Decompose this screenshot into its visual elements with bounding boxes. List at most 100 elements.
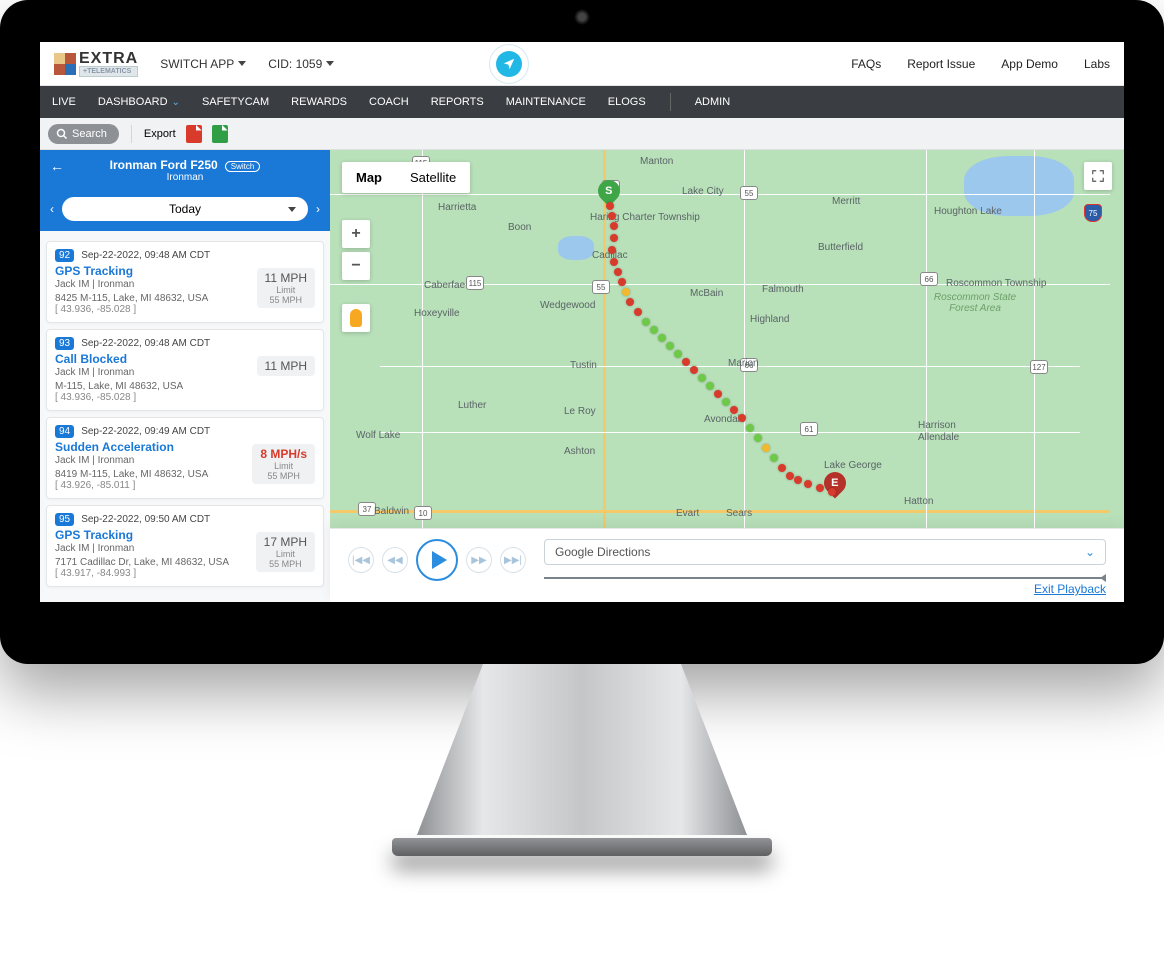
map-place-label: Butterfield (818, 242, 863, 253)
monitor-bezel: EXTRA +TELEMATICS SWITCH APP CID: 1059 F… (0, 0, 1164, 664)
route-shield: 127 (1030, 360, 1048, 374)
prev-day-button[interactable]: ‹ (50, 202, 54, 216)
speed-limit-label: Limit (260, 461, 307, 471)
map-place-label: Le Roy (564, 406, 596, 417)
chevron-down-icon: ⌄ (1085, 545, 1095, 559)
link-labs[interactable]: Labs (1084, 57, 1110, 71)
app-screen: EXTRA +TELEMATICS SWITCH APP CID: 1059 F… (40, 42, 1124, 602)
monitor-base (392, 838, 772, 856)
exit-playback-link[interactable]: Exit Playback (1034, 582, 1106, 596)
pegman-icon (350, 309, 362, 327)
map-road (422, 150, 423, 530)
rewind-button[interactable]: ◀◀ (382, 547, 408, 573)
route-dot (690, 366, 698, 374)
map-place-label: Merritt (832, 196, 860, 207)
map-type-satellite[interactable]: Satellite (396, 162, 470, 193)
route-dot (622, 288, 630, 296)
route-dot (746, 424, 754, 432)
route-dot (650, 326, 658, 334)
map-place-label: McBain (690, 288, 723, 299)
route-shield: 55 (740, 186, 758, 200)
map-place-label: Ashton (564, 446, 595, 457)
skip-end-button[interactable]: ▶▶| (500, 547, 526, 573)
link-app-demo[interactable]: App Demo (1001, 57, 1058, 71)
event-timestamp: Sep-22-2022, 09:48 AM CDT (81, 250, 210, 261)
top-links: FAQs Report Issue App Demo Labs (851, 57, 1110, 71)
map-type-map[interactable]: Map (342, 162, 396, 193)
zoom-out-button[interactable]: − (342, 252, 370, 280)
map-road (380, 432, 1080, 433)
directions-dropdown[interactable]: Google Directions ⌄ (544, 539, 1106, 565)
export-pdf-button[interactable] (186, 125, 202, 143)
export-excel-button[interactable] (212, 125, 228, 143)
search-button[interactable]: Search (48, 124, 119, 144)
map-place-label: Marion (728, 358, 759, 369)
link-faqs[interactable]: FAQs (851, 57, 881, 71)
route-dot (816, 484, 824, 492)
zoom-in-button[interactable]: + (342, 220, 370, 248)
switch-app-dropdown[interactable]: SWITCH APP (160, 57, 246, 71)
event-timestamp: Sep-22-2022, 09:48 AM CDT (81, 338, 210, 349)
nav-safetycam[interactable]: SAFETYCAM (202, 96, 269, 108)
map-place-label: Tustin (570, 360, 597, 371)
route-dot (794, 476, 802, 484)
toolbar: Search Export (40, 118, 1124, 150)
speed-value: 17 MPH (264, 535, 307, 549)
speed-box: 17 MPH Limit 55 MPH (256, 532, 315, 572)
route-dot (626, 298, 634, 306)
nav-coach[interactable]: COACH (369, 96, 409, 108)
switch-vehicle-button[interactable]: Switch (225, 161, 261, 172)
route-shield: 115 (466, 276, 484, 290)
fullscreen-button[interactable] (1084, 162, 1112, 190)
nav-elogs[interactable]: ELOGS (608, 96, 646, 108)
link-report-issue[interactable]: Report Issue (907, 57, 975, 71)
play-button[interactable] (416, 539, 458, 581)
nav-rewards[interactable]: REWARDS (291, 96, 347, 108)
interstate-shield: 75 (1084, 204, 1102, 222)
map-lake (558, 236, 594, 260)
route-dot (608, 246, 616, 254)
map-place-label: Baldwin (374, 506, 409, 517)
next-day-button[interactable]: › (316, 202, 320, 216)
map-place-label: Harrietta (438, 202, 476, 213)
date-selector: ‹ Today › (40, 191, 330, 231)
progress-bar[interactable] (544, 577, 1106, 579)
skip-start-button[interactable]: |◀◀ (348, 547, 374, 573)
map-place-label: Lake City (682, 186, 724, 197)
nav-admin[interactable]: ADMIN (695, 96, 730, 108)
main-content: ← Ironman Ford F250 Switch Ironman ‹ Tod… (40, 150, 1124, 602)
playback-bar: |◀◀ ◀◀ ▶▶ ▶▶| Google Directions ⌄ Exit P… (330, 528, 1124, 602)
map-place-label: Evart (676, 508, 699, 519)
map-place-label: Houghton Lake (934, 206, 1002, 217)
cid-label: CID: 1059 (268, 57, 322, 71)
route-dot (658, 334, 666, 342)
forward-button[interactable]: ▶▶ (466, 547, 492, 573)
caret-down-icon (288, 207, 296, 212)
event-card[interactable]: 95 Sep-22-2022, 09:50 AM CDT GPS Trackin… (46, 505, 324, 587)
nav-reports[interactable]: REPORTS (431, 96, 484, 108)
event-list[interactable]: 92 Sep-22-2022, 09:48 AM CDT GPS Trackin… (40, 231, 330, 602)
event-card[interactable]: 93 Sep-22-2022, 09:48 AM CDT Call Blocke… (46, 329, 324, 411)
map-road (926, 150, 927, 530)
back-button[interactable]: ← (50, 158, 64, 174)
sidebar-header: ← Ironman Ford F250 Switch Ironman (40, 150, 330, 191)
map-place-label: Hoxeyville (414, 308, 460, 319)
event-card[interactable]: 94 Sep-22-2022, 09:49 AM CDT Sudden Acce… (46, 417, 324, 499)
nav-live[interactable]: LIVE (52, 96, 76, 108)
speed-box: 11 MPH Limit 55 MPH (257, 268, 315, 308)
map-place-label: Roscommon State Forest Area (920, 292, 1030, 314)
map-place-label: Roscommon Township (946, 278, 1046, 289)
logo-text: EXTRA (79, 50, 138, 68)
route-dot (674, 350, 682, 358)
date-dropdown[interactable]: Today (62, 197, 308, 221)
vehicle-title: Ironman Ford F250 (110, 158, 218, 172)
nav-dashboard[interactable]: DASHBOARD ⌄ (98, 96, 180, 108)
locate-button[interactable] (496, 51, 522, 77)
cid-dropdown[interactable]: CID: 1059 (268, 57, 334, 71)
event-card[interactable]: 92 Sep-22-2022, 09:48 AM CDT GPS Trackin… (46, 241, 324, 323)
route-dot (610, 234, 618, 242)
nav-maintenance[interactable]: MAINTENANCE (506, 96, 586, 108)
speed-value: 11 MPH (265, 271, 307, 285)
nav-separator (670, 93, 671, 111)
streetview-pegman[interactable] (342, 304, 370, 332)
